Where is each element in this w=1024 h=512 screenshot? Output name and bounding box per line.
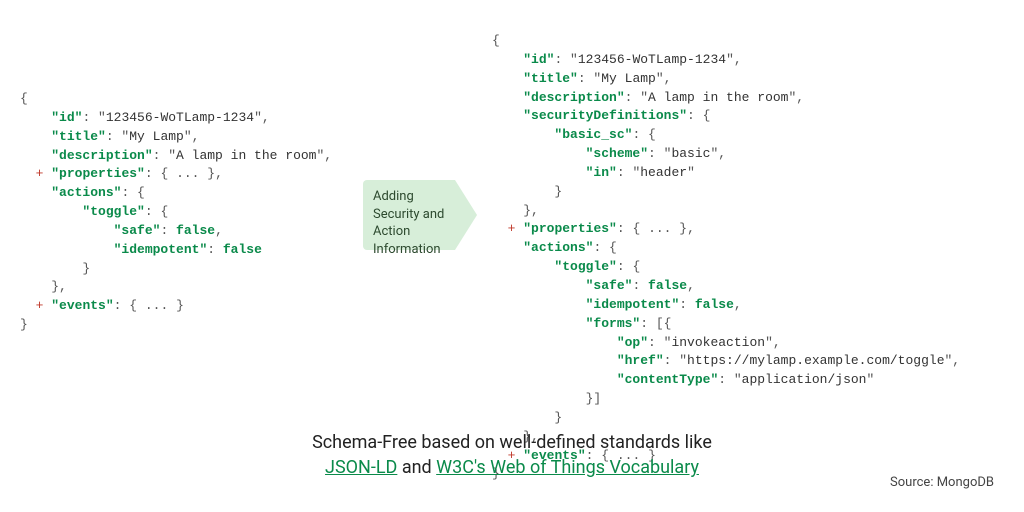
right-id: 123456-WoTLamp-1234: [578, 52, 726, 67]
caption: Schema-Free based on well-defined standa…: [0, 430, 1024, 480]
arrow-label: Adding Security and Action Information: [363, 180, 455, 250]
code-block-before: { "id": "123456-WoTLamp-1234", "title": …: [20, 90, 332, 335]
ellipsis: { ... }: [632, 221, 687, 236]
form-href: https://mylamp.example.com/toggle: [687, 353, 944, 368]
caption-join: and: [397, 457, 436, 478]
left-safe: false: [176, 223, 215, 238]
form-op: invokeaction: [671, 335, 765, 350]
left-idempotent: false: [223, 242, 262, 257]
sec-in: header: [640, 165, 687, 180]
caption-text: Schema-Free based on well-defined standa…: [312, 432, 712, 453]
left-title: My Lamp: [129, 129, 184, 144]
right-idempotent: false: [695, 297, 734, 312]
right-description: A lamp in the room: [648, 90, 788, 105]
link-json-ld[interactable]: JSON-LD: [325, 457, 397, 478]
diagram-stage: { "id": "123456-WoTLamp-1234", "title": …: [0, 0, 1024, 512]
link-w3c-wot[interactable]: W3C's Web of Things Vocabulary: [436, 457, 699, 478]
transition-arrow: Adding Security and Action Information: [363, 180, 483, 250]
code-block-after: { "id": "123456-WoTLamp-1234", "title": …: [492, 32, 960, 484]
arrow-head-icon: [455, 180, 477, 250]
ellipsis: { ... }: [129, 298, 184, 313]
ellipsis: { ... }: [160, 166, 215, 181]
right-safe: false: [648, 278, 687, 293]
sec-scheme: basic: [671, 146, 710, 161]
left-description: A lamp in the room: [176, 148, 316, 163]
right-title: My Lamp: [601, 71, 656, 86]
left-id: 123456-WoTLamp-1234: [106, 110, 254, 125]
source-attribution: Source: MongoDB: [890, 475, 994, 490]
form-ctype: application/json: [742, 372, 867, 387]
